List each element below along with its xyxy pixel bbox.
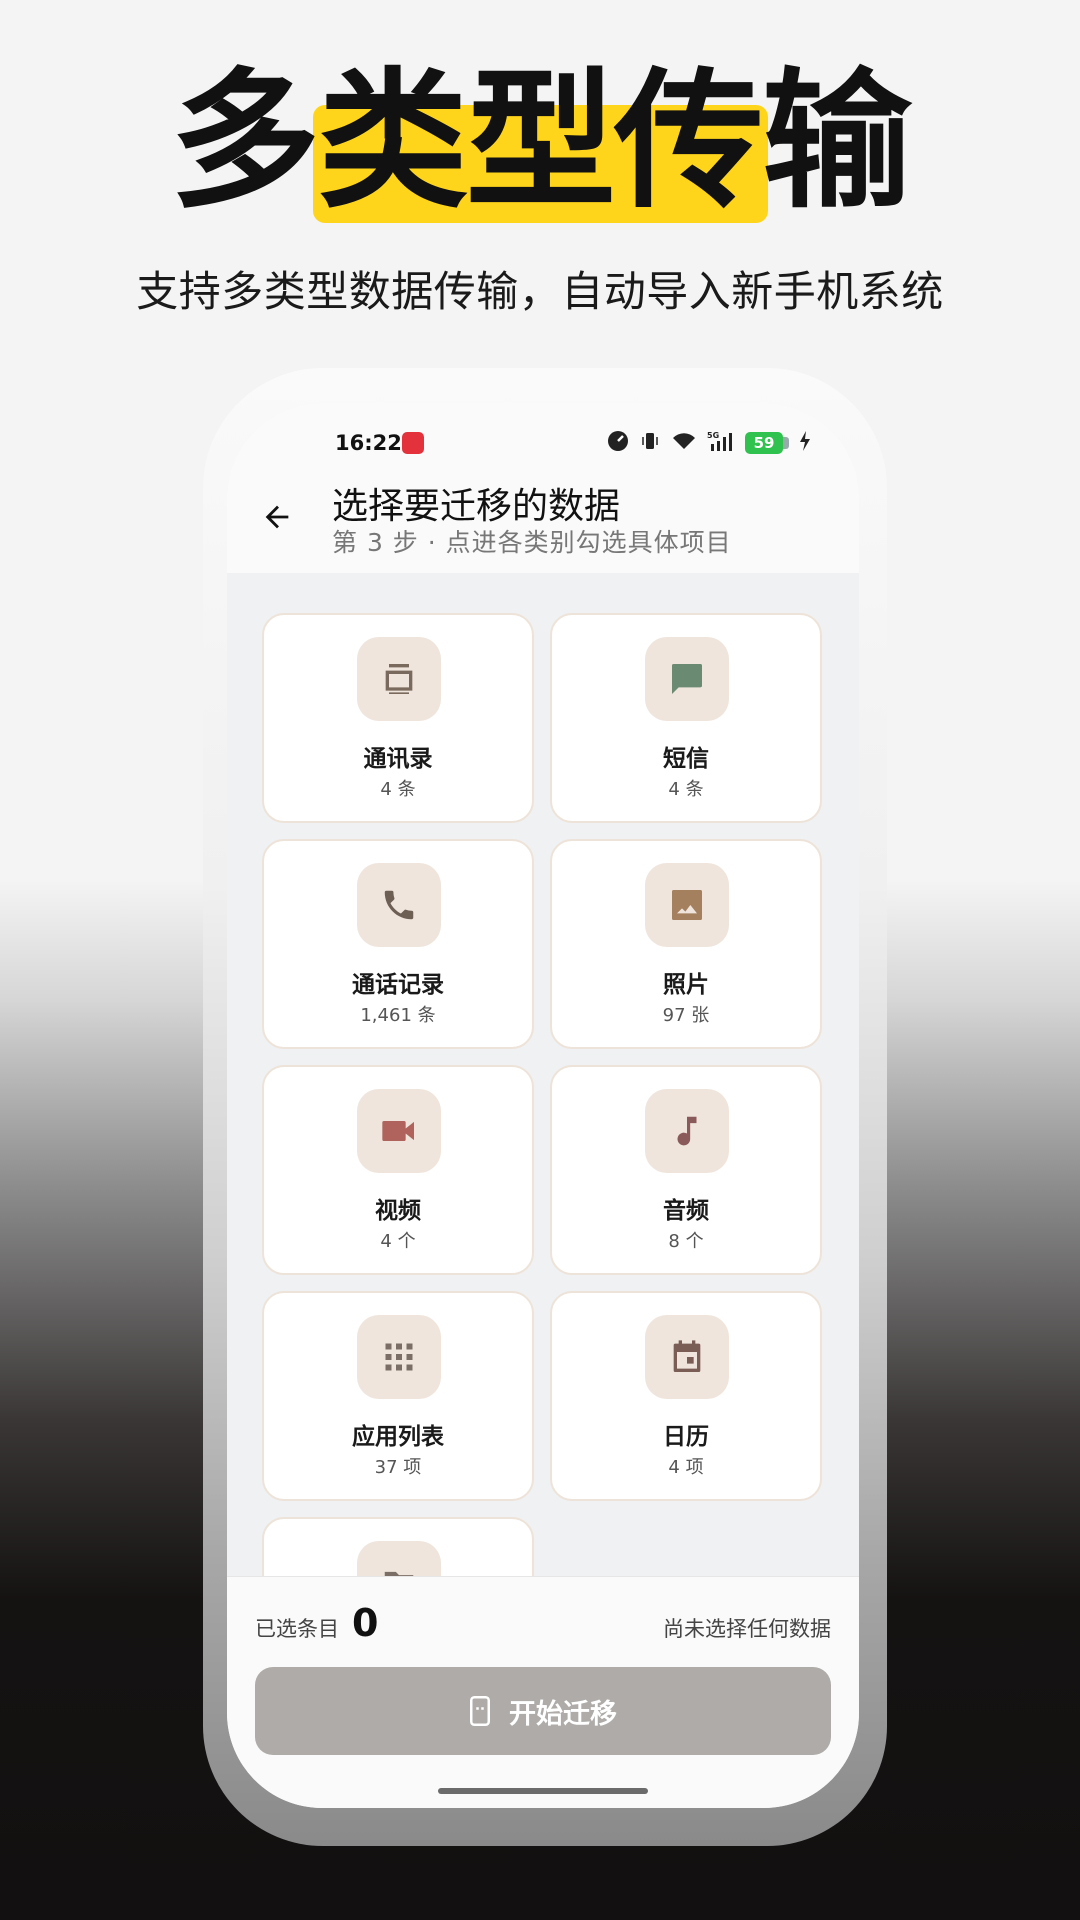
start-migration-label: 开始迁移 — [509, 1698, 617, 1730]
calendar-icon — [645, 1315, 729, 1399]
category-card-photos[interactable]: 照片 97 张 — [550, 839, 822, 1049]
video-icon — [357, 1089, 441, 1173]
category-label: 照片 — [663, 972, 709, 998]
vibrate-icon — [639, 430, 661, 456]
speedometer-icon — [607, 430, 629, 456]
home-indicator[interactable] — [438, 1788, 648, 1794]
hero-title: 多类型传输 — [169, 55, 912, 229]
contacts-icon — [357, 637, 441, 721]
phone-icon — [357, 863, 441, 947]
category-label: 应用列表 — [352, 1424, 444, 1450]
category-card-call-log[interactable]: 通话记录 1,461 条 — [262, 839, 534, 1049]
wifi-icon — [671, 430, 697, 456]
category-label: 日历 — [663, 1424, 709, 1450]
category-label: 通话记录 — [352, 972, 444, 998]
signal-icon: 5G — [707, 430, 735, 456]
svg-text:5G: 5G — [707, 431, 719, 440]
category-count: 4 条 — [668, 779, 704, 800]
status-time: 16:22 — [335, 431, 402, 455]
category-count: 37 项 — [374, 1457, 422, 1478]
category-label: 通讯录 — [363, 746, 433, 772]
battery-indicator: 59 — [745, 432, 789, 454]
photo-icon — [645, 863, 729, 947]
status-icons: 5G 59 — [607, 430, 811, 456]
category-label: 音频 — [663, 1198, 709, 1224]
category-count: 8 个 — [668, 1231, 704, 1252]
category-count: 1,461 条 — [360, 1005, 436, 1026]
folder-icon — [357, 1541, 441, 1576]
phone-device-icon — [470, 1696, 490, 1726]
category-card-videos[interactable]: 视频 4 个 — [262, 1065, 534, 1275]
category-label: 短信 — [663, 746, 709, 772]
app-notification-icon — [402, 432, 424, 454]
status-bar: 16:22 5G 59 — [227, 403, 859, 483]
back-button[interactable] — [255, 495, 299, 539]
bottom-panel: 已选条目 0 尚未选择任何数据 开始迁移 — [227, 1576, 859, 1808]
category-count: 4 个 — [380, 1231, 416, 1252]
category-label: 视频 — [375, 1198, 421, 1224]
category-card-files[interactable] — [262, 1517, 534, 1576]
selection-status: 尚未选择任何数据 — [663, 1617, 831, 1641]
category-count: 97 张 — [662, 1005, 710, 1026]
start-migration-button[interactable]: 开始迁移 — [255, 1667, 831, 1755]
category-card-calendar[interactable]: 日历 4 项 — [550, 1291, 822, 1501]
app-header: 选择要迁移的数据 第 3 步 · 点进各类别勾选具体项目 — [227, 483, 859, 573]
message-icon — [645, 637, 729, 721]
selected-items-label: 已选条目 — [255, 1617, 339, 1641]
selected-items-count: 0 — [352, 1601, 379, 1645]
category-card-contacts[interactable]: 通讯录 4 条 — [262, 613, 534, 823]
category-count: 4 项 — [668, 1457, 704, 1478]
category-card-audio[interactable]: 音频 8 个 — [550, 1065, 822, 1275]
hero-subtitle: 支持多类型数据传输，自动导入新手机系统 — [136, 267, 944, 316]
category-count: 4 条 — [380, 779, 416, 800]
charging-icon — [799, 430, 811, 456]
arrow-left-icon — [265, 505, 289, 529]
page-subtitle: 第 3 步 · 点进各类别勾选具体项目 — [332, 528, 732, 557]
music-icon — [645, 1089, 729, 1173]
category-grid: 通讯录 4 条 短信 4 条 通话记录 1,461 条 照片 97 张 视频 4… — [227, 573, 859, 1576]
category-card-messages[interactable]: 短信 4 条 — [550, 613, 822, 823]
apps-grid-icon — [357, 1315, 441, 1399]
page-title: 选择要迁移的数据 — [332, 486, 621, 527]
phone-screen: 16:22 5G 59 选择要迁移的数据 第 3 步 · 点进各类别勾选具体项目… — [227, 403, 859, 1808]
category-card-apps[interactable]: 应用列表 37 项 — [262, 1291, 534, 1501]
